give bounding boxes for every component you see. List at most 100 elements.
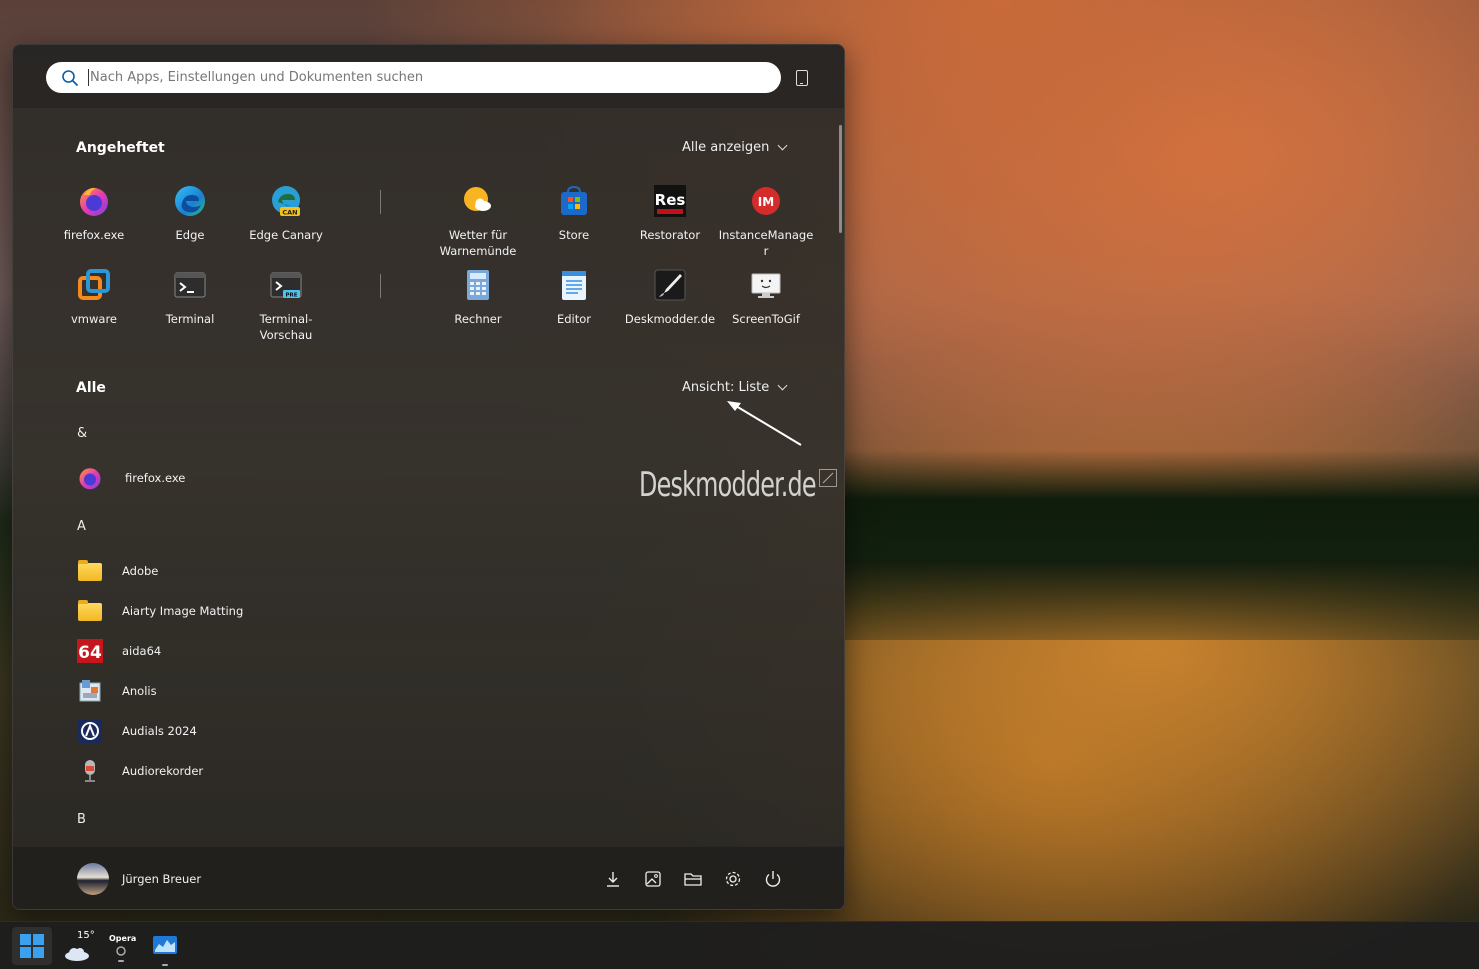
resource-monitor-icon	[153, 936, 177, 954]
search-icon	[62, 69, 78, 86]
watermark-resize-icon	[819, 469, 837, 487]
deskmodder-icon	[654, 269, 686, 301]
pinned-item-firefox[interactable]: firefox.exe	[46, 185, 142, 243]
list-item-label: Audials 2024	[122, 724, 197, 738]
list-item-label: firefox.exe	[125, 471, 186, 485]
pinned-label: Editor	[556, 312, 592, 326]
search-box[interactable]	[46, 62, 781, 93]
scrollbar[interactable]	[839, 125, 842, 233]
list-item[interactable]: firefox.exe	[77, 464, 185, 492]
pinned-label: Edge	[175, 228, 205, 242]
svg-text:IM: IM	[758, 195, 774, 209]
taskbar-opera[interactable]: Opera	[101, 927, 141, 965]
phone-link-icon[interactable]	[796, 70, 808, 86]
pinned-item-editor[interactable]: Editor	[526, 269, 622, 327]
group-letter[interactable]: &	[77, 426, 87, 441]
pinned-label: vmware	[70, 312, 117, 326]
pinned-item-calculator[interactable]: Rechner	[430, 269, 526, 327]
explorer-icon[interactable]	[683, 869, 703, 889]
annotation-arrow	[727, 401, 802, 446]
pinned-label: Deskmodder.de	[624, 312, 716, 326]
pinned-item-terminal[interactable]: Terminal	[142, 269, 238, 327]
list-item-label: Adobe	[122, 564, 159, 578]
pinned-label: Terminal-Vorschau	[259, 312, 313, 342]
list-item[interactable]: 64 aida64	[77, 637, 161, 665]
chevron-down-icon	[777, 380, 788, 391]
watermark: Deskmodder.de	[639, 465, 817, 505]
notepad-icon	[562, 271, 586, 300]
view-mode-button[interactable]: Ansicht: Liste	[682, 380, 788, 395]
search-input[interactable]	[88, 69, 738, 86]
folder-icon	[77, 599, 103, 623]
pinned-item-terminal-preview[interactable]: PRE Terminal-Vorschau	[238, 269, 334, 343]
chevron-down-icon	[777, 140, 788, 151]
pinned-item-deskmodder[interactable]: Deskmodder.de	[622, 269, 718, 327]
folder-icon	[77, 559, 103, 583]
instancemanager-icon: IM	[752, 187, 780, 215]
start-menu: Angeheftet Alle anzeigen firefox.exe Edg…	[12, 44, 845, 910]
pinned-item-edge[interactable]: Edge	[142, 185, 238, 243]
edge-canary-icon: CAN	[272, 186, 300, 217]
list-item[interactable]: Audials 2024	[77, 717, 197, 745]
terminal-icon	[174, 272, 206, 298]
user-account-button[interactable]: Jürgen Breuer	[77, 863, 201, 895]
list-item-label: Anolis	[122, 684, 157, 698]
store-icon	[561, 185, 587, 215]
screentogif-icon	[751, 273, 781, 298]
weather-icon	[464, 187, 491, 211]
windows-logo-icon	[20, 934, 44, 958]
vmware-icon	[78, 269, 110, 300]
wallpaper-treeline	[845, 450, 1479, 560]
pinned-item-vmware[interactable]: vmware	[46, 269, 142, 327]
download-icon[interactable]	[603, 869, 623, 889]
pinned-label: Rechner	[454, 312, 502, 326]
list-item-label: Audiorekorder	[122, 764, 204, 778]
list-item[interactable]: Audiorekorder	[77, 757, 203, 785]
pinned-label: InstanceManager	[718, 228, 814, 258]
settings-icon[interactable]	[723, 869, 743, 889]
pinned-item-store[interactable]: Store	[526, 185, 622, 243]
restorator-icon: Res	[654, 185, 686, 217]
pinned-label: ScreenToGif	[732, 312, 800, 326]
wallpaper-reflection	[845, 560, 1479, 640]
opera-label: Opera	[109, 934, 137, 943]
pinned-label: Restorator	[639, 228, 701, 242]
pinned-title: Angeheftet	[76, 140, 165, 156]
firefox-icon	[79, 468, 101, 490]
show-all-button[interactable]: Alle anzeigen	[682, 140, 788, 155]
opera-gx-icon	[116, 946, 126, 956]
running-indicator	[162, 964, 168, 966]
svg-text:Res: Res	[655, 191, 686, 209]
list-item[interactable]: Adobe	[77, 557, 158, 585]
pinned-separator	[380, 190, 381, 214]
audiorecorder-icon	[85, 760, 95, 782]
power-icon[interactable]	[763, 869, 783, 889]
running-indicator	[118, 960, 124, 962]
aida64-icon: 64	[77, 639, 103, 663]
list-item[interactable]: Anolis	[77, 677, 157, 705]
group-letter[interactable]: B	[77, 812, 86, 827]
pinned-label: Edge Canary	[249, 228, 323, 242]
taskbar-app[interactable]	[145, 927, 185, 966]
group-letter[interactable]: A	[77, 519, 86, 534]
audials-icon	[78, 719, 102, 743]
svg-text:CAN: CAN	[282, 209, 297, 217]
pictures-icon[interactable]	[643, 869, 663, 889]
user-name: Jürgen Breuer	[122, 872, 202, 886]
pinned-item-weather[interactable]: Wetter für Warnemünde	[430, 185, 526, 259]
all-title: Alle	[76, 380, 106, 396]
svg-text:PRE: PRE	[285, 293, 297, 299]
pinned-item-restorator[interactable]: Res Restorator	[622, 185, 718, 243]
pinned-item-screentogif[interactable]: ScreenToGif	[718, 269, 814, 327]
anolis-icon	[79, 680, 101, 702]
search-area	[13, 45, 844, 109]
pinned-item-edge-canary[interactable]: CAN Edge Canary	[238, 185, 334, 243]
calculator-icon	[467, 270, 489, 300]
list-item-label: aida64	[122, 644, 162, 658]
pinned-item-instancemanager[interactable]: IM InstanceManager	[718, 185, 814, 259]
taskbar-weather-widget[interactable]: 15°	[58, 927, 98, 965]
pinned-label: firefox.exe	[63, 228, 125, 242]
pinned-separator	[380, 274, 381, 298]
start-button[interactable]	[12, 927, 52, 965]
list-item[interactable]: Aiarty Image Matting	[77, 597, 243, 625]
